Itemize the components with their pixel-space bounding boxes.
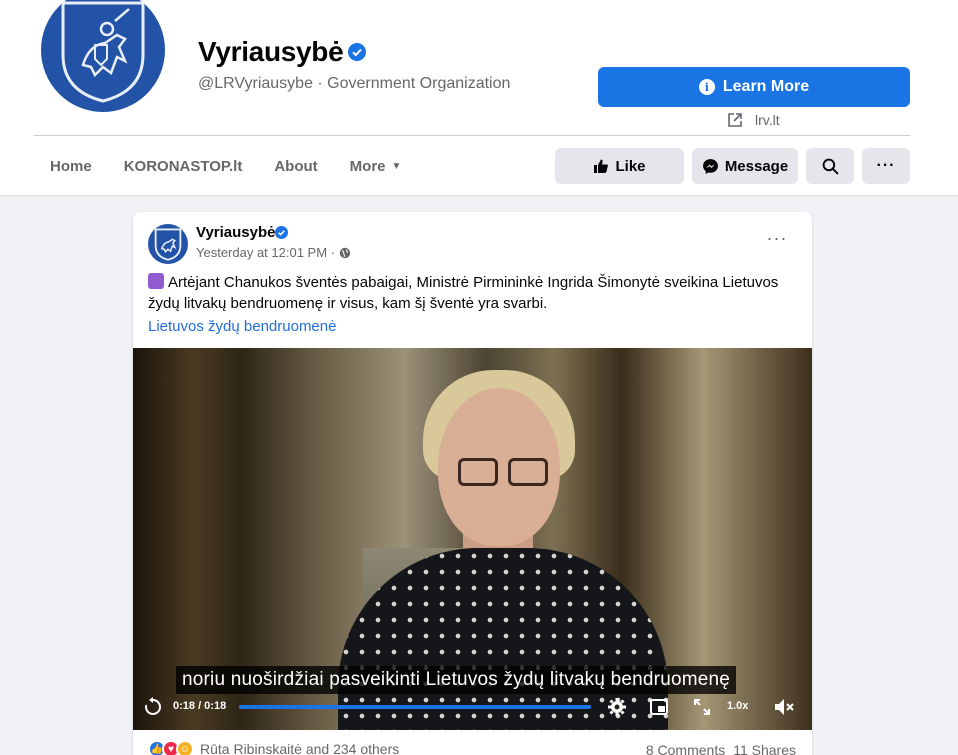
info-icon: i: [698, 79, 715, 95]
tab-home-label: Home: [50, 157, 92, 175]
ellipsis-icon: ···: [766, 228, 788, 248]
verified-badge-icon: [348, 43, 366, 61]
menorah-emoji-icon: [148, 273, 164, 289]
page-header: Vyriausybė @LRVyriausybe · Government Or…: [0, 0, 958, 196]
verified-badge-icon: [275, 226, 288, 239]
search-icon: [822, 158, 839, 175]
comments-count[interactable]: 8 Comments: [646, 742, 725, 755]
haha-reaction-icon: ☺: [176, 740, 194, 755]
caret-down-icon: ▼: [391, 160, 402, 172]
video-time: 0:18 / 0:18: [173, 700, 227, 712]
picture-in-picture-icon[interactable]: [650, 698, 668, 716]
playback-speed[interactable]: 1.0x: [727, 700, 748, 712]
settings-gear-icon[interactable]: [607, 697, 627, 717]
post-author-avatar[interactable]: [148, 224, 188, 264]
video-person-glasses: [458, 458, 552, 488]
replay-icon[interactable]: [143, 697, 163, 717]
reactions-names: Rūta Ribinskaitė and 234 others: [200, 741, 400, 755]
page-tabs: Home KORONASTOP.lt About More ▼: [34, 148, 417, 184]
learn-more-button[interactable]: i Learn More: [598, 67, 910, 107]
post-message: Artėjant Chanukos šventės pabaigai, Mini…: [148, 272, 798, 314]
post-options-button[interactable]: ···: [761, 228, 793, 256]
coat-of-arms-icon: [61, 1, 145, 103]
page-handle-category: @LRVyriausybe · Government Organization: [198, 75, 511, 92]
page-profile-picture[interactable]: [38, 0, 168, 115]
website-link-label: lrv.lt: [755, 112, 780, 128]
tab-koronastop[interactable]: KORONASTOP.lt: [108, 148, 259, 184]
post-message-text: Artėjant Chanukos šventės pabaigai, Mini…: [148, 274, 779, 312]
tab-more[interactable]: More ▼: [334, 148, 418, 184]
fullscreen-icon[interactable]: [694, 699, 710, 715]
page-more-button[interactable]: ···: [862, 148, 910, 184]
shares-count[interactable]: 11 Shares: [733, 742, 796, 755]
post-author-name[interactable]: Vyriausybė: [196, 224, 276, 241]
video-progress-bar[interactable]: [239, 705, 591, 709]
coat-of-arms-icon: [154, 228, 182, 261]
website-link[interactable]: lrv.lt: [727, 112, 780, 128]
reactions-summary[interactable]: 👍 ♥ ☺ Rūta Ribinskaitė and 234 others: [148, 740, 399, 755]
video-controls: 0:18 / 0:18 1.0x: [133, 686, 812, 730]
post-timestamp[interactable]: Yesterday at 12:01 PM ·: [196, 245, 351, 260]
tab-home[interactable]: Home: [34, 148, 108, 184]
message-button[interactable]: Message: [692, 148, 798, 184]
messenger-icon: [702, 158, 718, 174]
tab-more-label: More: [349, 157, 386, 175]
like-page-button[interactable]: Like: [555, 148, 684, 184]
search-page-button[interactable]: [806, 148, 854, 184]
message-label: Message: [724, 157, 789, 175]
muted-speaker-icon[interactable]: [774, 698, 794, 716]
learn-more-label: Learn More: [722, 78, 810, 95]
post-card: Vyriausybė Yesterday at 12:01 PM · ··· A…: [133, 212, 812, 755]
tab-about[interactable]: About: [258, 148, 333, 184]
tab-koronastop-label: KORONASTOP.lt: [123, 157, 243, 175]
video-progress-fill: [239, 705, 591, 709]
engagement-counts: 8 Comments 11 Shares: [646, 742, 796, 755]
like-label: Like: [615, 157, 646, 175]
page-title[interactable]: Vyriausybė: [198, 36, 344, 68]
globe-icon: [339, 247, 351, 258]
thumbs-up-icon: [594, 159, 609, 173]
header-divider: [34, 135, 910, 136]
tab-about-label: About: [274, 157, 318, 175]
video-player[interactable]: noriu nuoširdžiai pasveikinti Lietuvos ž…: [133, 348, 812, 730]
ellipsis-icon: ···: [876, 157, 896, 174]
external-link-icon: [728, 113, 742, 127]
post-timestamp-text: Yesterday at 12:01 PM ·: [196, 245, 335, 260]
tagged-page-link[interactable]: Lietuvos žydų bendruomenė: [148, 318, 336, 335]
